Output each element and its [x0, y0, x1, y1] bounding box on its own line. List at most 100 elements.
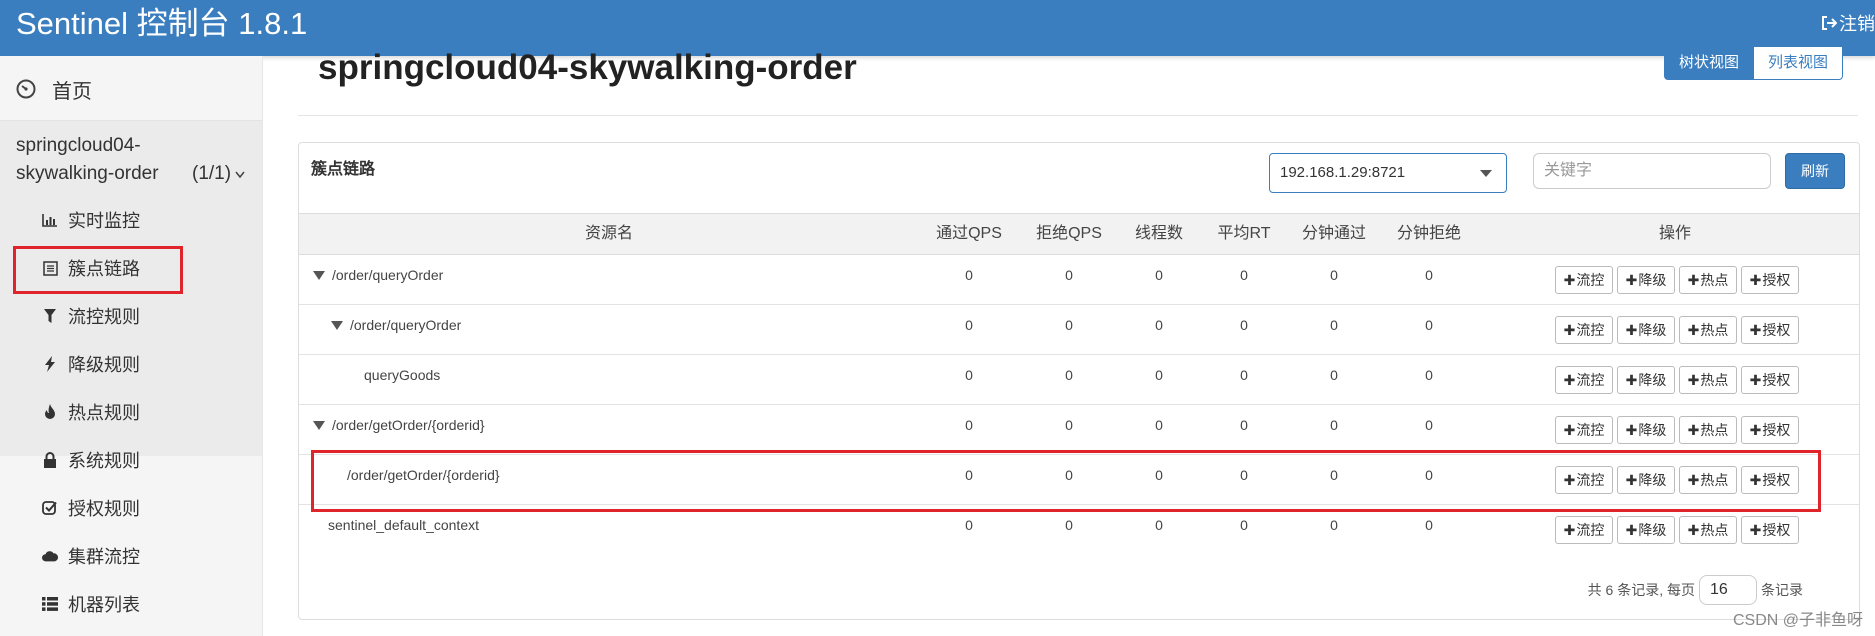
add-hotspot-rule-button[interactable]: ✚热点	[1679, 316, 1737, 344]
sidebar-item-machine-list[interactable]: 机器列表	[42, 586, 140, 622]
column-header-avg-rt[interactable]: 平均RT	[1199, 214, 1289, 254]
bar-chart-icon	[42, 212, 58, 228]
page-size-input[interactable]: 16	[1699, 575, 1757, 605]
add-authority-rule-button[interactable]: ✚授权	[1741, 366, 1799, 394]
sidebar-item-cluster-flow[interactable]: 集群流控	[42, 538, 140, 574]
column-header-block-qps[interactable]: 拒绝QPS	[1019, 214, 1119, 254]
add-degrade-rule-button[interactable]: ✚降级	[1617, 266, 1675, 294]
add-hotspot-rule-button[interactable]: ✚热点	[1679, 366, 1737, 394]
add-degrade-rule-button[interactable]: ✚降级	[1617, 416, 1675, 444]
refresh-button[interactable]: 刷新	[1785, 153, 1845, 189]
row-operations: ✚流控 ✚降级 ✚热点 ✚授权	[1555, 366, 1799, 394]
caret-down-icon[interactable]	[313, 270, 325, 280]
app-count[interactable]: (1/1)	[192, 160, 245, 188]
minute-pass-cell: 0	[1330, 517, 1338, 533]
column-header-pass-qps[interactable]: 通过QPS	[919, 214, 1019, 254]
add-hotspot-rule-button[interactable]: ✚热点	[1679, 266, 1737, 294]
brand-title[interactable]: Sentinel 控制台 1.8.1	[16, 4, 307, 44]
threads-cell: 0	[1155, 417, 1163, 433]
resource-name[interactable]: /order/queryOrder	[331, 315, 461, 335]
add-authority-rule-button[interactable]: ✚授权	[1741, 516, 1799, 544]
minute-block-cell: 0	[1425, 417, 1433, 433]
op-label: 热点	[1700, 422, 1729, 438]
plus-icon: ✚	[1749, 422, 1762, 438]
add-flow-rule-button[interactable]: ✚流控	[1555, 316, 1613, 344]
caret-down-icon[interactable]	[313, 420, 325, 430]
minute-pass-cell: 0	[1330, 367, 1338, 383]
resource-label: /order/getOrder/{orderid}	[332, 417, 485, 433]
add-authority-rule-button[interactable]: ✚授权	[1741, 416, 1799, 444]
op-label: 授权	[1762, 522, 1791, 538]
threads-cell: 0	[1155, 367, 1163, 383]
app-name[interactable]: springcloud04- skywalking-order	[16, 132, 159, 188]
threads-cell: 0	[1155, 267, 1163, 283]
resource-name[interactable]: /order/queryOrder	[313, 265, 443, 285]
op-label: 降级	[1638, 322, 1667, 338]
minute-pass-cell: 0	[1330, 317, 1338, 333]
op-label: 授权	[1762, 372, 1791, 388]
logout-link[interactable]: 注销	[1821, 10, 1875, 36]
sidebar-item-label: 授权规则	[68, 499, 140, 519]
add-flow-rule-button[interactable]: ✚流控	[1555, 516, 1613, 544]
threads-cell: 0	[1155, 517, 1163, 533]
column-header-minute-pass[interactable]: 分钟通过	[1289, 214, 1379, 254]
sidebar-item-label: 集群流控	[68, 547, 140, 567]
add-flow-rule-button[interactable]: ✚流控	[1555, 416, 1613, 444]
table-header: 资源名 通过QPS 拒绝QPS 线程数 平均RT 分钟通过 分钟拒绝 操作	[299, 213, 1859, 255]
add-authority-rule-button[interactable]: ✚授权	[1741, 266, 1799, 294]
op-label: 流控	[1576, 422, 1605, 438]
sidebar-item-degrade-rules[interactable]: 降级规则	[42, 346, 140, 382]
sidebar-item-home[interactable]: 首页	[16, 74, 92, 104]
resource-label: /order/queryOrder	[332, 267, 444, 283]
pass-qps-cell: 0	[965, 517, 973, 533]
block-qps-cell: 0	[1065, 517, 1073, 533]
minute-pass-cell: 0	[1330, 267, 1338, 283]
add-flow-rule-button[interactable]: ✚流控	[1555, 266, 1613, 294]
logout-label: 注销	[1839, 14, 1875, 34]
threads-cell: 0	[1155, 317, 1163, 333]
view-toggle: 树状视图 列表视图	[1664, 46, 1844, 80]
pass-qps-cell: 0	[965, 367, 973, 383]
machine-select[interactable]: 192.168.1.29:8721	[1269, 153, 1507, 193]
add-hotspot-rule-button[interactable]: ✚热点	[1679, 516, 1737, 544]
divider	[298, 115, 1858, 116]
sidebar-item-authority-rules[interactable]: 授权规则	[42, 490, 140, 526]
table-row: /order/queryOrder 0 0 0 0 0 0 ✚流控 ✚降级 ✚热…	[299, 255, 1859, 305]
resource-name[interactable]: sentinel_default_context	[328, 515, 479, 535]
keyword-search-input[interactable]	[1533, 153, 1771, 189]
add-degrade-rule-button[interactable]: ✚降级	[1617, 316, 1675, 344]
add-degrade-rule-button[interactable]: ✚降级	[1617, 366, 1675, 394]
sidebar-item-system-rules[interactable]: 系统规则	[42, 442, 140, 478]
avg-rt-cell: 0	[1240, 367, 1248, 383]
add-flow-rule-button[interactable]: ✚流控	[1555, 366, 1613, 394]
sidebar-item-flow-rules[interactable]: 流控规则	[42, 298, 140, 334]
resource-name[interactable]: queryGoods	[364, 365, 440, 385]
resource-label: queryGoods	[364, 367, 441, 383]
sidebar-item-hotspot-rules[interactable]: 热点规则	[42, 394, 140, 430]
add-hotspot-rule-button[interactable]: ✚热点	[1679, 416, 1737, 444]
th-list-icon	[42, 596, 58, 612]
avg-rt-cell: 0	[1240, 517, 1248, 533]
sidebar-item-realtime-monitor[interactable]: 实时监控	[42, 202, 140, 238]
list-view-button[interactable]: 列表视图	[1754, 46, 1844, 80]
add-authority-rule-button[interactable]: ✚授权	[1741, 316, 1799, 344]
column-header-threads[interactable]: 线程数	[1119, 214, 1199, 254]
resource-name[interactable]: /order/getOrder/{orderid}	[313, 415, 485, 435]
add-degrade-rule-button[interactable]: ✚降级	[1617, 516, 1675, 544]
op-label: 热点	[1700, 372, 1729, 388]
caret-down-icon[interactable]	[331, 320, 343, 330]
column-header-resource[interactable]: 资源名	[299, 214, 919, 254]
sidebar: 首页 springcloud04- skywalking-order (1/1)…	[0, 56, 263, 636]
op-label: 降级	[1638, 372, 1667, 388]
table-row: /order/getOrder/{orderid} 0 0 0 0 0 0 ✚流…	[299, 405, 1859, 455]
minute-block-cell: 0	[1425, 517, 1433, 533]
table-row: sentinel_default_context 0 0 0 0 0 0 ✚流控…	[299, 505, 1859, 555]
page-title: springcloud04-skywalking-order	[318, 48, 857, 87]
plus-icon: ✚	[1563, 272, 1576, 288]
sidebar-item-label: 降级规则	[68, 355, 140, 375]
check-icon	[42, 500, 58, 516]
column-header-minute-block[interactable]: 分钟拒绝	[1379, 214, 1479, 254]
tree-view-button[interactable]: 树状视图	[1664, 46, 1755, 80]
minute-block-cell: 0	[1425, 267, 1433, 283]
op-label: 流控	[1576, 322, 1605, 338]
